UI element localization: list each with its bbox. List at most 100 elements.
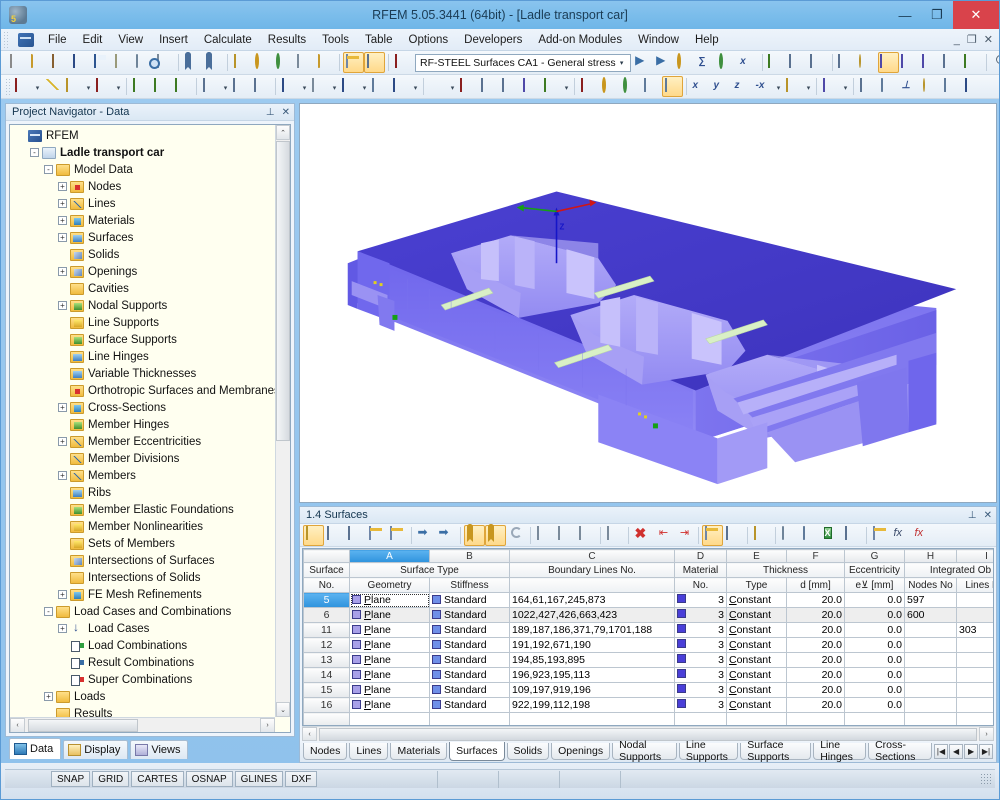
integrated-lines-cell[interactable] [957, 608, 995, 623]
open-file-icon[interactable] [28, 52, 49, 73]
expand-toggle-icon[interactable]: + [58, 590, 67, 599]
table-chart-icon[interactable] [387, 525, 408, 546]
new-member-load-icon[interactable] [520, 76, 541, 97]
new-surface-icon[interactable] [172, 76, 193, 97]
minimize-button[interactable]: — [889, 1, 921, 29]
next-tab-button[interactable]: ▶ [964, 744, 978, 759]
expand-toggle-icon[interactable]: + [58, 624, 67, 633]
last-tab-button[interactable]: ▶| [979, 744, 993, 759]
material-cell[interactable]: 3 [675, 623, 727, 638]
table-row[interactable]: 13PlaneStandard194,85,193,8953Constant20… [304, 653, 995, 668]
undo-icon[interactable] [182, 52, 203, 73]
geometry-cell[interactable]: Plane [350, 593, 430, 608]
grid-display-icon[interactable] [941, 52, 962, 73]
chevron-down-icon[interactable]: ▾ [360, 77, 369, 97]
support-reactions-icon[interactable] [787, 52, 808, 73]
cut-view-icon[interactable] [941, 76, 962, 97]
resize-grip[interactable] [980, 773, 992, 785]
stiffness-cell[interactable]: Standard [430, 638, 510, 653]
add-object-icon[interactable] [534, 525, 555, 546]
tree-item-load-combinations[interactable]: Load Combinations [12, 637, 290, 654]
geometry-cell[interactable]: Plane [350, 698, 430, 713]
new-free-load-icon[interactable] [541, 76, 562, 97]
tree-item-result-combinations[interactable]: Result Combinations [12, 654, 290, 671]
chevron-down-icon[interactable]: ▾ [448, 77, 457, 97]
table-tab-materials[interactable]: Materials [390, 743, 447, 760]
navigator-pin-icon[interactable]: ⊥ [266, 107, 275, 118]
thickness-d-cell[interactable]: 20.0 [787, 608, 845, 623]
tree-item-lines[interactable]: +Lines [12, 195, 290, 212]
navigator-vertical-scrollbar[interactable]: ⌃ ⌄ [275, 125, 290, 717]
tree-item-surfaces[interactable]: +Surfaces [12, 229, 290, 246]
save-icon[interactable] [91, 52, 112, 73]
view-in-negative-x-icon[interactable]: -x [753, 76, 774, 97]
table-tab-surface-supports[interactable]: Surface Supports [740, 743, 811, 760]
new-cavity-icon[interactable] [369, 76, 390, 97]
expand-toggle-icon[interactable]: + [58, 471, 67, 480]
material-cell[interactable]: 3 [675, 698, 727, 713]
geometry-cell[interactable]: Plane [350, 683, 430, 698]
grid-column-header-e[interactable]: E [727, 550, 787, 563]
thickness-d-cell[interactable]: 20.0 [787, 623, 845, 638]
tree-item-super-combinations[interactable]: Super Combinations [12, 671, 290, 688]
redo-icon[interactable] [203, 52, 224, 73]
table-row[interactable]: 16PlaneStandard922,199,112,1983Constant2… [304, 698, 995, 713]
tree-item-cavities[interactable]: Cavities [12, 280, 290, 297]
table-row[interactable]: 5PlaneStandard164,61,167,245,8733Constan… [304, 593, 995, 608]
integrated-lines-cell[interactable] [957, 683, 995, 698]
chevron-down-icon[interactable]: ▾ [330, 77, 339, 97]
model-3d-viewport[interactable]: Z [299, 103, 997, 503]
grid-column-header-g[interactable]: G [845, 550, 905, 563]
boundary-lines-cell[interactable]: 194,85,193,895 [510, 653, 675, 668]
menu-window[interactable]: Window [630, 32, 687, 48]
prev-tab-button[interactable]: ◀ [949, 744, 963, 759]
ucs-icon[interactable]: ⊥ [899, 76, 920, 97]
chevron-down-icon[interactable]: ▾ [221, 77, 230, 97]
row-number-cell[interactable]: 13 [304, 653, 350, 668]
solids-display-icon[interactable] [899, 52, 920, 73]
integrated-lines-cell[interactable] [957, 593, 995, 608]
edit-table-icon[interactable] [303, 525, 324, 546]
print-preview-icon[interactable] [154, 52, 175, 73]
empty-cell[interactable] [845, 713, 905, 727]
move-right-icon[interactable]: ➡ [436, 525, 457, 546]
scroll-up-icon[interactable]: ⌃ [276, 125, 290, 140]
thickness-type-cell[interactable]: Constant [727, 608, 787, 623]
render-mode-icon[interactable] [783, 76, 804, 97]
load-case-icon[interactable] [392, 52, 413, 73]
zoom-region-icon[interactable] [599, 76, 620, 97]
grid-scroll-left-icon[interactable]: ‹ [302, 727, 317, 741]
thickness-d-cell[interactable]: 20.0 [787, 683, 845, 698]
view-in-z-icon[interactable]: z [732, 76, 753, 97]
row-number-cell[interactable]: 15 [304, 683, 350, 698]
table-close-icon[interactable]: ✕ [984, 510, 992, 521]
row-number-cell[interactable]: 16 [304, 698, 350, 713]
table-tab-line-supports[interactable]: Line Supports [679, 743, 738, 760]
zoom-in-icon[interactable] [252, 52, 273, 73]
chevron-down-icon[interactable]: ▾ [411, 77, 420, 97]
new-node-icon[interactable] [12, 76, 33, 97]
show-tables-icon[interactable] [364, 52, 385, 73]
menu-results[interactable]: Results [260, 32, 314, 48]
export-excel-icon[interactable]: X [821, 525, 842, 546]
empty-cell[interactable] [905, 713, 957, 727]
menu-view[interactable]: View [110, 32, 151, 48]
mdi-minimize-button[interactable]: _ [954, 34, 960, 46]
collapse-toggle-icon[interactable]: - [44, 165, 53, 174]
new-nodal-support-icon[interactable] [200, 76, 221, 97]
menu-developers[interactable]: Developers [456, 32, 530, 48]
zoom-all-icon[interactable] [620, 76, 641, 97]
eccentricity-cell[interactable]: 0.0 [845, 698, 905, 713]
table-pin-icon[interactable]: ⊥ [968, 510, 977, 521]
chevron-down-icon[interactable]: ▾ [774, 77, 783, 97]
thickness-type-cell[interactable]: Constant [727, 668, 787, 683]
chevron-down-icon[interactable]: ▾ [616, 59, 628, 67]
render-surfaces-icon[interactable] [231, 52, 252, 73]
navigator-horizontal-scrollbar[interactable]: ‹ › [10, 717, 275, 732]
eccentricity-cell[interactable]: 0.0 [845, 683, 905, 698]
close-button[interactable]: ✕ [953, 1, 999, 29]
tree-item-model-data[interactable]: -Model Data [12, 161, 290, 178]
table-tab-lines[interactable]: Lines [349, 743, 388, 760]
eccentricity-cell[interactable]: 0.0 [845, 638, 905, 653]
eccentricity-cell[interactable]: 0.0 [845, 608, 905, 623]
